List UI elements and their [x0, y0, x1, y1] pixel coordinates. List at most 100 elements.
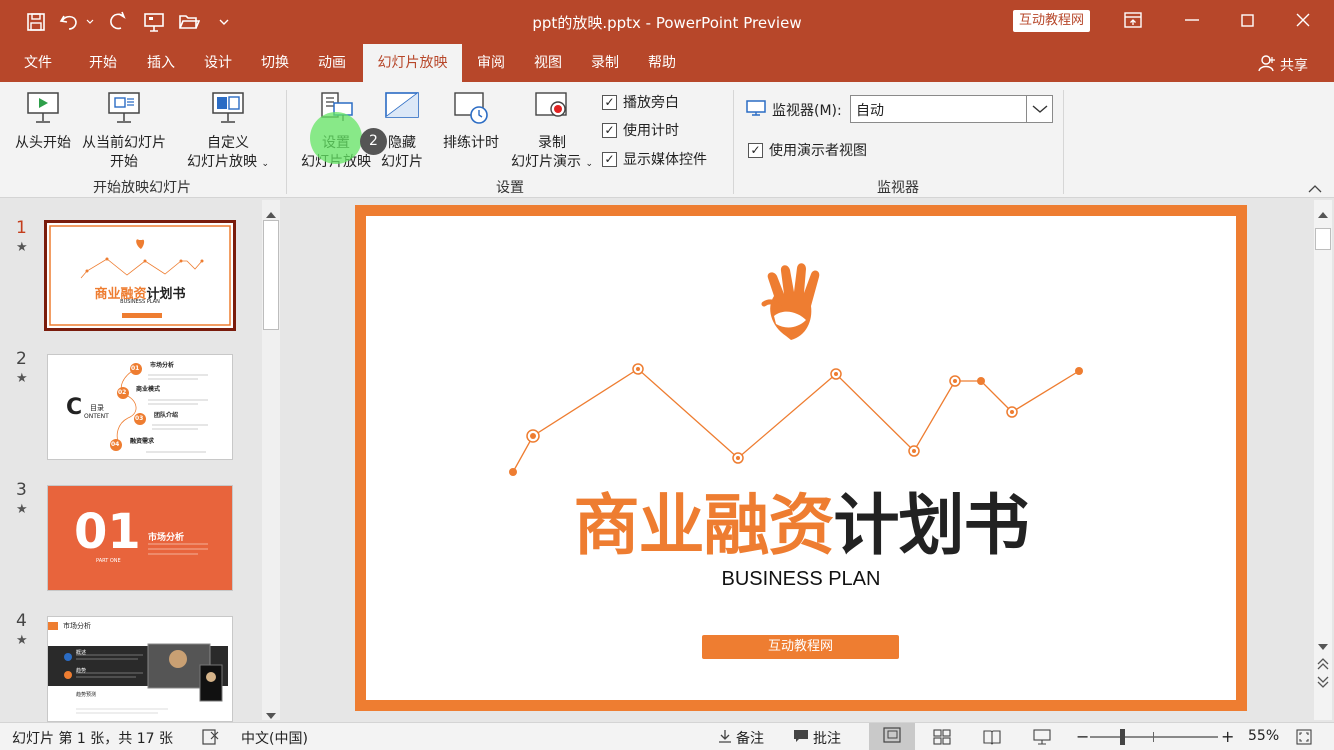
checkmark-icon: ✓ — [602, 122, 617, 138]
maximize-icon[interactable] — [1222, 0, 1272, 40]
show-media-controls-checkbox[interactable]: ✓ 显示媒体控件 — [602, 149, 707, 169]
tab-file[interactable]: 文件 — [14, 44, 62, 82]
reading-view-icon[interactable] — [983, 729, 1001, 745]
use-timings-label: 使用计时 — [623, 123, 679, 139]
tab-transitions[interactable]: 切换 — [251, 44, 299, 82]
slide-brand-button[interactable]: 互动教程网 — [702, 635, 899, 659]
thumb-item-num: 02 — [118, 389, 127, 396]
customize-qat-icon[interactable] — [212, 10, 236, 34]
slide-number: 4 — [16, 611, 27, 631]
from-beginning-button[interactable]: 从头开始 — [10, 91, 76, 153]
thumb-item-label: 市场分析 — [150, 362, 175, 369]
play-narration-checkbox[interactable]: ✓ 播放旁白 — [602, 92, 679, 112]
save-icon[interactable] — [24, 10, 48, 34]
monitor-select-value: 自动 — [856, 103, 884, 119]
tab-animations[interactable]: 动画 — [308, 44, 356, 82]
slide-thumbnail-3[interactable]: 01 市场分析 PART ONE — [47, 485, 233, 591]
checkmark-icon: ✓ — [748, 142, 763, 158]
thumb-graphic — [49, 225, 231, 326]
redo-icon[interactable] — [106, 10, 130, 34]
slide-thumbnail-2[interactable]: C 目录 ONTENT 01 市场分析 02 商业模式 03 团队介绍 04 融… — [47, 354, 233, 460]
custom-slideshow-button[interactable]: 自定义 幻灯片放映 ⌄ — [180, 91, 276, 174]
slide-thumbnail-4[interactable]: 市场分析 概述 趋势 趋势预测 — [47, 616, 233, 722]
slide-thumbnail-1[interactable]: 商业融资计划书 BUSINESS PLAN — [44, 220, 236, 331]
zoom-slider-thumb[interactable] — [1120, 729, 1125, 745]
scroll-down-icon[interactable] — [1318, 638, 1328, 654]
notes-label: 备注 — [736, 731, 764, 747]
present-icon[interactable] — [142, 10, 166, 34]
next-slide-icon[interactable] — [1317, 676, 1329, 692]
separator — [286, 90, 287, 194]
checkmark-icon: ✓ — [602, 151, 617, 167]
record-label-1: 录制 — [538, 135, 566, 151]
tab-insert[interactable]: 插入 — [137, 44, 185, 82]
thumbnail-scrollbar[interactable] — [262, 200, 280, 720]
zoom-out-icon[interactable]: − — [1076, 727, 1089, 746]
spellcheck-icon[interactable] — [202, 729, 220, 745]
normal-view-button[interactable] — [869, 723, 915, 750]
rehearse-timer-icon — [436, 91, 506, 131]
record-slideshow-button[interactable]: 录制 幻灯片演示 ⌄ — [504, 91, 600, 174]
thumb-c-word2: ONTENT — [84, 413, 109, 420]
comments-button[interactable]: 批注 — [793, 728, 841, 748]
language-status[interactable]: 中文(中国) — [241, 728, 308, 748]
slide-scrollbar[interactable] — [1314, 200, 1332, 720]
presenter-view-checkbox[interactable]: ✓ 使用演示者视图 — [748, 140, 867, 160]
thumb-item-num: 03 — [135, 415, 144, 422]
share-button[interactable]: 共享 — [1258, 54, 1308, 76]
open-folder-icon[interactable] — [177, 10, 201, 34]
tab-review[interactable]: 审阅 — [467, 44, 515, 82]
thumb-label-a: 概述 — [76, 650, 87, 656]
hand-logo-icon — [761, 263, 820, 340]
fit-to-window-icon[interactable] — [1296, 729, 1312, 745]
zoom-in-icon[interactable]: + — [1221, 727, 1234, 746]
chevron-down-icon: ⌄ — [261, 159, 269, 169]
star-icon: ★ — [16, 633, 28, 648]
scroll-down-icon[interactable] — [266, 707, 276, 723]
chevron-down-icon[interactable] — [1026, 96, 1052, 122]
slideshow-view-icon[interactable] — [1033, 729, 1051, 745]
monitor-select[interactable]: 自动 — [850, 95, 1053, 123]
slide-title[interactable]: 商业融资计划书 — [366, 488, 1236, 564]
show-media-label: 显示媒体控件 — [623, 152, 707, 168]
prev-slide-icon[interactable] — [1317, 658, 1329, 674]
record-icon — [504, 91, 600, 131]
undo-icon[interactable] — [58, 10, 82, 34]
tab-design[interactable]: 设计 — [194, 44, 242, 82]
scroll-thumb[interactable] — [1315, 228, 1331, 250]
hide-slide-button[interactable]: 隐藏 幻灯片 — [378, 91, 426, 172]
thumb-label-c: 趋势预测 — [76, 692, 97, 698]
thumb-item-label: 团队介绍 — [154, 412, 179, 419]
scroll-up-icon[interactable] — [1318, 206, 1328, 222]
status-bar: 幻灯片 第 1 张，共 17 张 中文(中国) 备注 批注 − + 55% — [0, 722, 1334, 750]
collapse-ribbon-icon[interactable] — [1308, 182, 1322, 198]
presenter-view-label: 使用演示者视图 — [769, 143, 867, 159]
thumb-item-num: 04 — [111, 441, 120, 448]
slide-canvas[interactable]: 商业融资计划书 BUSINESS PLAN 互动教程网 — [355, 205, 1247, 711]
from-current-button[interactable]: 从当前幻灯片 开始 — [78, 91, 170, 172]
slide-sorter-icon[interactable] — [933, 729, 951, 745]
slide-number: 3 — [16, 480, 27, 500]
slide-subtitle[interactable]: BUSINESS PLAN — [366, 568, 1236, 591]
tab-slideshow[interactable]: 幻灯片放映 — [363, 44, 462, 82]
undo-dropdown-icon[interactable] — [84, 10, 96, 34]
group-label-setup: 设置 — [496, 180, 524, 196]
ribbon-display-icon[interactable] — [1108, 0, 1158, 40]
tab-home[interactable]: 开始 — [79, 44, 127, 82]
tab-help[interactable]: 帮助 — [638, 44, 686, 82]
tab-record[interactable]: 录制 — [581, 44, 629, 82]
rehearse-timings-button[interactable]: 排练计时 — [436, 91, 506, 153]
checkmark-icon: ✓ — [602, 94, 617, 110]
tab-view[interactable]: 视图 — [524, 44, 572, 82]
person-icon — [1258, 54, 1276, 76]
slide-title-orange: 商业融资 — [573, 487, 835, 564]
scroll-thumb[interactable] — [263, 220, 279, 330]
use-timings-checkbox[interactable]: ✓ 使用计时 — [602, 120, 679, 140]
notes-button[interactable]: 备注 — [718, 728, 764, 748]
zoom-slider[interactable] — [1090, 729, 1218, 745]
slide-number: 1 — [16, 218, 27, 238]
minimize-icon[interactable] — [1167, 0, 1217, 40]
zoom-level[interactable]: 55% — [1248, 728, 1279, 744]
close-icon[interactable] — [1278, 0, 1328, 40]
current-slide-icon — [78, 91, 170, 131]
